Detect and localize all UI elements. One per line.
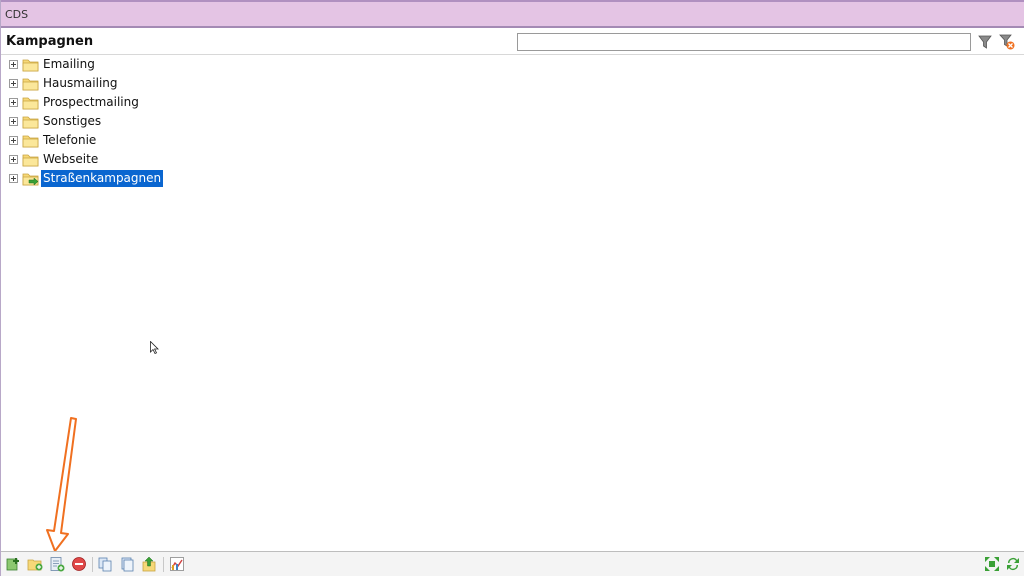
tree-item-label: Webseite (43, 152, 99, 166)
new-document-icon[interactable] (49, 556, 65, 572)
folder-arrow-icon (22, 173, 39, 186)
expand-icon[interactable] (9, 60, 18, 69)
tree-item-label: Sonstiges (43, 114, 102, 128)
expand-icon[interactable] (9, 174, 18, 183)
panel-title: Kampagnen (6, 34, 94, 49)
tree-item[interactable]: Telefonie (1, 131, 1024, 150)
copy-icon[interactable] (97, 556, 113, 572)
expand-icon[interactable] (9, 136, 18, 145)
tree-item[interactable]: Emailing (1, 55, 1024, 74)
search-input[interactable] (517, 33, 971, 51)
toolbar-separator (163, 557, 164, 572)
folder-icon (22, 78, 39, 91)
chart-icon[interactable] (169, 556, 185, 572)
export-icon[interactable] (141, 556, 157, 572)
tree-item[interactable]: Straßenkampagnen (1, 169, 1024, 188)
tree-item[interactable]: Webseite (1, 150, 1024, 169)
add-campaign-icon[interactable] (5, 556, 21, 572)
filter-clear-icon[interactable] (999, 34, 1015, 50)
tree-item-label: Prospectmailing (43, 95, 139, 109)
toolbar-separator (92, 557, 93, 572)
tree-item-label: Hausmailing (43, 76, 118, 90)
bottom-toolbar (1, 551, 1024, 576)
tree-item[interactable]: Sonstiges (1, 112, 1024, 131)
folder-icon (22, 59, 39, 72)
delete-icon[interactable] (71, 556, 87, 572)
tree-item[interactable]: Hausmailing (1, 74, 1024, 93)
annotation-arrow-icon (46, 417, 77, 552)
folder-icon (22, 97, 39, 110)
expand-all-icon[interactable] (984, 556, 1000, 572)
expand-icon[interactable] (9, 79, 18, 88)
folder-icon (22, 135, 39, 148)
panel-header: Kampagnen (1, 30, 1024, 55)
title-bar: CDS (1, 0, 1024, 28)
mouse-cursor-icon (150, 341, 159, 354)
tree-item-label: Telefonie (43, 133, 97, 147)
refresh-icon[interactable] (1005, 556, 1021, 572)
folder-icon (22, 154, 39, 167)
folder-icon (22, 116, 39, 129)
expand-icon[interactable] (9, 98, 18, 107)
application-window: CDS Kampagnen Emailing Hausmailing Prospec… (0, 0, 1024, 576)
tree-item[interactable]: Prospectmailing (1, 93, 1024, 112)
tree-item-label: Emailing (43, 57, 95, 71)
filter-icon[interactable] (977, 34, 993, 50)
duplicate-icon[interactable] (119, 556, 135, 572)
campaign-tree: Emailing Hausmailing Prospectmailing Sonsti… (1, 55, 1024, 188)
tree-item-label: Straßenkampagnen (41, 170, 164, 187)
expand-icon[interactable] (9, 155, 18, 164)
expand-icon[interactable] (9, 117, 18, 126)
add-folder-icon[interactable] (27, 556, 43, 572)
window-title: CDS (5, 8, 29, 21)
